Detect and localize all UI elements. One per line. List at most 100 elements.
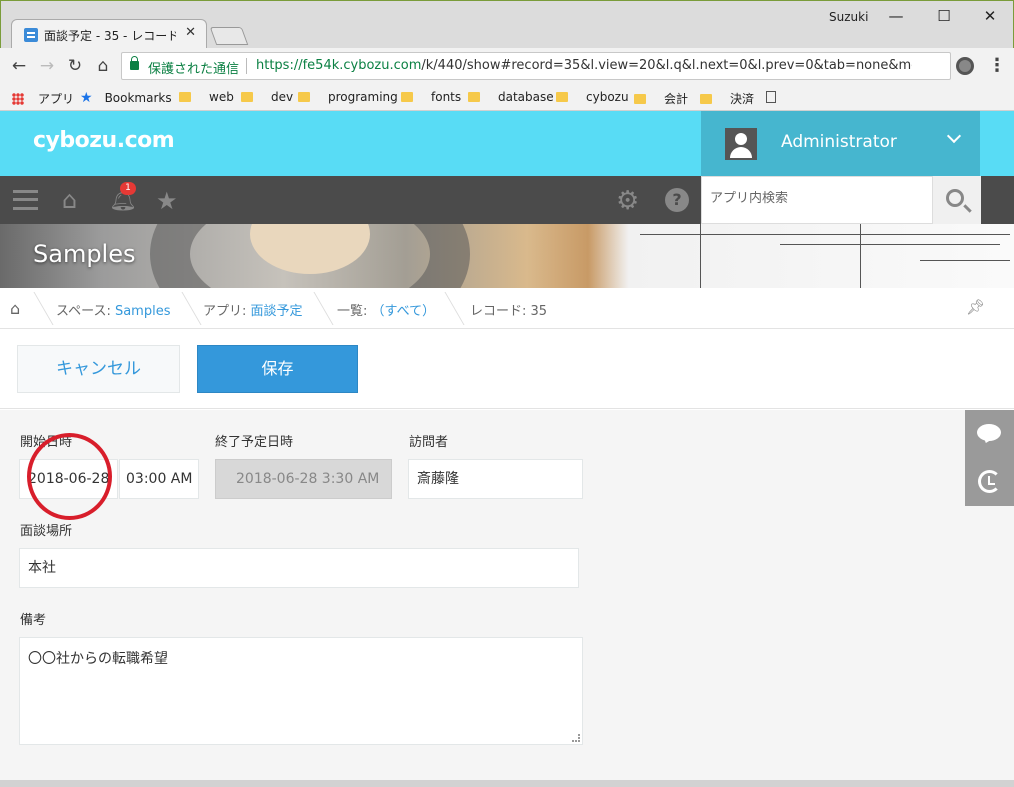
bookmark-bookmarks[interactable]: ★ Bookmarks — [80, 90, 172, 106]
end-datetime-label: 終了予定日時 — [215, 435, 294, 450]
side-tools-panel — [965, 410, 1014, 506]
breadcrumb-view: 一覧: （すべて） — [337, 304, 436, 319]
visitor-input[interactable]: 斎藤隆 — [408, 459, 583, 499]
bookmark-folder-cybozu[interactable]: cybozu — [556, 90, 629, 104]
kintone-app-icon — [24, 28, 38, 42]
profile-name[interactable]: Suzuki — [829, 10, 868, 24]
hamburger-menu-icon[interactable] — [13, 190, 38, 210]
reload-icon[interactable]: ↻ — [64, 55, 86, 77]
comment-icon[interactable] — [977, 424, 1001, 441]
url-path: /k/440/show#record=35&l.view=20&l.q&l.ne… — [421, 58, 912, 73]
notes-text: 〇〇社からの転職希望 — [28, 651, 168, 667]
breadcrumb-separator — [300, 292, 334, 325]
user-menu[interactable]: Administrator — [701, 111, 980, 176]
breadcrumb-space: スペース: Samples — [56, 304, 171, 319]
notification-badge: 1 — [120, 182, 136, 195]
pin-icon[interactable]: 📌︎ — [966, 298, 985, 316]
save-button[interactable]: 保存 — [197, 345, 358, 393]
notes-label: 備考 — [20, 613, 47, 628]
browser-toolbar: ← → ↻ ⌂ 保護された通信 https://fe54k.cybozu.com… — [0, 48, 1014, 85]
tab-close-icon[interactable]: ✕ — [185, 25, 196, 40]
bookmark-folder-database[interactable]: database — [468, 90, 554, 104]
search-button[interactable] — [933, 176, 981, 224]
bookmark-folder-fonts[interactable]: fonts — [401, 90, 461, 104]
avatar — [725, 128, 757, 160]
resize-grip-icon[interactable] — [572, 734, 580, 742]
bookmark-folder-accounting[interactable]: 会計 — [634, 90, 688, 107]
breadcrumb-separator — [168, 292, 202, 325]
bookmark-folder-web[interactable]: web — [179, 90, 234, 104]
help-icon[interactable]: ? — [665, 188, 689, 212]
annotation-circle — [27, 433, 112, 520]
security-label[interactable]: 保護された通信 — [148, 58, 239, 77]
record-action-bar: キャンセル 保存 — [0, 329, 1014, 409]
menu-icon[interactable]: ⋮ — [988, 55, 1006, 76]
extension-icon[interactable] — [956, 57, 974, 75]
folder-icon — [241, 92, 253, 102]
end-datetime-field: 2018-06-28 3:30 AM — [215, 459, 392, 499]
new-tab-button[interactable] — [209, 27, 249, 45]
url-text[interactable]: https://fe54k.cybozu.com/k/440/show#reco… — [256, 58, 912, 73]
user-name: Administrator — [781, 132, 897, 152]
page-icon — [766, 91, 776, 103]
tab-title: 面談予定 - 35 - レコードの詳細 — [44, 29, 176, 43]
cybozu-logo[interactable]: cybozu.com — [33, 128, 175, 153]
blueprint-line — [640, 234, 1010, 235]
omnibox-divider — [246, 58, 247, 74]
lock-icon[interactable] — [130, 56, 139, 70]
folder-icon — [556, 92, 568, 102]
app-search-box — [701, 176, 933, 224]
breadcrumb-home-icon[interactable]: ⌂ — [10, 299, 20, 318]
search-icon — [946, 189, 964, 207]
settings-gear-icon[interactable]: ⚙ — [616, 186, 639, 216]
back-icon[interactable]: ← — [8, 55, 30, 77]
start-time-input[interactable]: 03:00 AM — [119, 459, 199, 499]
folder-icon — [634, 94, 646, 104]
history-icon[interactable] — [978, 470, 1001, 493]
blueprint-line — [780, 244, 1000, 245]
bottom-scroll-area — [0, 780, 1014, 787]
favorites-star-icon[interactable]: ★ — [156, 187, 178, 215]
breadcrumb: ⌂ スペース: Samples アプリ: 面談予定 一覧: （すべて） レコード… — [0, 288, 1014, 329]
bookmark-apps[interactable]: アプリ — [12, 90, 74, 107]
maximize-button[interactable]: ☐ — [921, 3, 967, 29]
apps-grid-icon — [12, 93, 24, 105]
breadcrumb-separator — [431, 292, 465, 325]
blueprint-line — [700, 224, 701, 288]
folder-icon — [401, 92, 413, 102]
browser-titlebar: 面談予定 - 35 - レコードの詳細 ✕ Suzuki — ☐ ✕ — [0, 0, 1014, 49]
chevron-down-icon — [946, 128, 962, 144]
breadcrumb-app: アプリ: 面談予定 — [203, 304, 303, 319]
minimize-button[interactable]: — — [873, 3, 919, 29]
home-icon[interactable]: ⌂ — [92, 55, 114, 77]
bookmarks-star-icon: ★ — [80, 90, 93, 106]
folder-icon — [700, 94, 712, 104]
bookmark-folder-programing[interactable]: programing — [298, 90, 398, 104]
browser-tab[interactable]: 面談予定 - 35 - レコードの詳細 ✕ — [11, 19, 207, 49]
bookmark-folder-payment[interactable]: 決済 — [700, 90, 754, 107]
bookmarks-bar: アプリ ★ Bookmarks web dev programing fonts … — [0, 85, 1014, 111]
notes-textarea[interactable]: 〇〇社からの転職希望 — [19, 637, 583, 745]
app-search-input[interactable] — [710, 191, 926, 206]
visitor-label: 訪問者 — [409, 435, 449, 450]
space-title: Samples — [33, 240, 136, 268]
app-navbar: ⌂ 🔔︎ 1 ★ ⚙ ? — [0, 176, 1014, 224]
portal-home-icon[interactable]: ⌂ — [62, 188, 77, 212]
folder-icon — [468, 92, 480, 102]
breadcrumb-record: レコード: 35 — [470, 304, 548, 319]
close-window-button[interactable]: ✕ — [967, 3, 1013, 29]
address-bar[interactable]: 保護された通信 https://fe54k.cybozu.com/k/440/s… — [121, 52, 951, 80]
meeting-place-label: 面談場所 — [20, 524, 73, 539]
cancel-button[interactable]: キャンセル — [17, 345, 180, 393]
blueprint-line — [860, 224, 861, 288]
breadcrumb-app-link[interactable]: 面談予定 — [251, 304, 303, 319]
forward-icon[interactable]: → — [36, 55, 58, 77]
bookmark-folder-dev[interactable]: dev — [241, 90, 293, 104]
breadcrumb-view-link[interactable]: （すべて） — [372, 304, 436, 319]
meeting-place-input[interactable]: 本社 — [19, 548, 579, 588]
breadcrumb-space-link[interactable]: Samples — [115, 304, 171, 319]
breadcrumb-separator — [20, 292, 54, 325]
blueprint-line — [920, 260, 1010, 261]
bookmark-page[interactable] — [766, 90, 784, 104]
folder-icon — [179, 92, 191, 102]
